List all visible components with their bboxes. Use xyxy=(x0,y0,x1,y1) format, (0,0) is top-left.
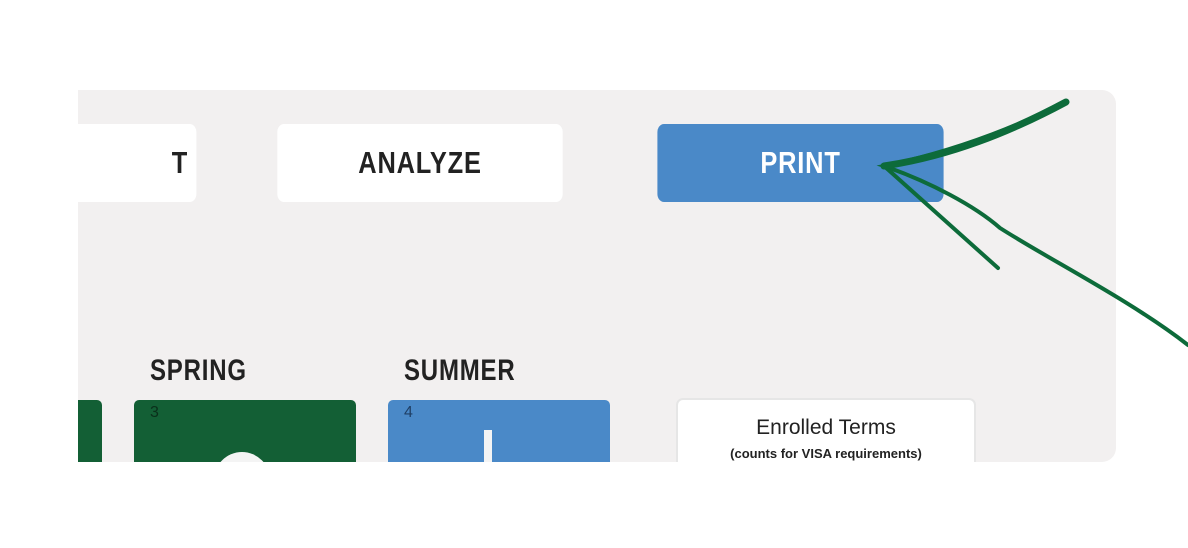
term-tile-summer[interactable]: 4 xyxy=(388,400,610,462)
enrolled-terms-card[interactable]: Enrolled Terms (counts for VISA requirem… xyxy=(676,398,976,462)
term-tile-partial[interactable] xyxy=(78,400,102,462)
term-tile-spring[interactable]: 3 xyxy=(134,400,356,462)
print-button-label: PRINT xyxy=(760,145,841,180)
spring-heading: SPRING xyxy=(150,354,247,387)
analyze-button-label: ANALYZE xyxy=(358,145,482,180)
term-number: 3 xyxy=(150,404,159,421)
term-letter-glyph xyxy=(214,452,270,462)
analyze-button[interactable]: ANALYZE xyxy=(277,124,563,202)
term-letter-glyph xyxy=(484,430,492,462)
print-button[interactable]: PRINT xyxy=(657,124,944,202)
partial-toolbar-button[interactable]: T xyxy=(78,124,197,202)
term-number: 4 xyxy=(404,404,413,421)
main-panel: T ANALYZE PRINT SPRING SUMMER 3 4 Enroll… xyxy=(78,90,1116,462)
partial-button-label: T xyxy=(171,145,189,180)
summer-heading: SUMMER xyxy=(404,354,516,387)
enrolled-terms-subtitle: (counts for VISA requirements) xyxy=(730,446,922,461)
enrolled-terms-title: Enrolled Terms xyxy=(756,416,896,439)
